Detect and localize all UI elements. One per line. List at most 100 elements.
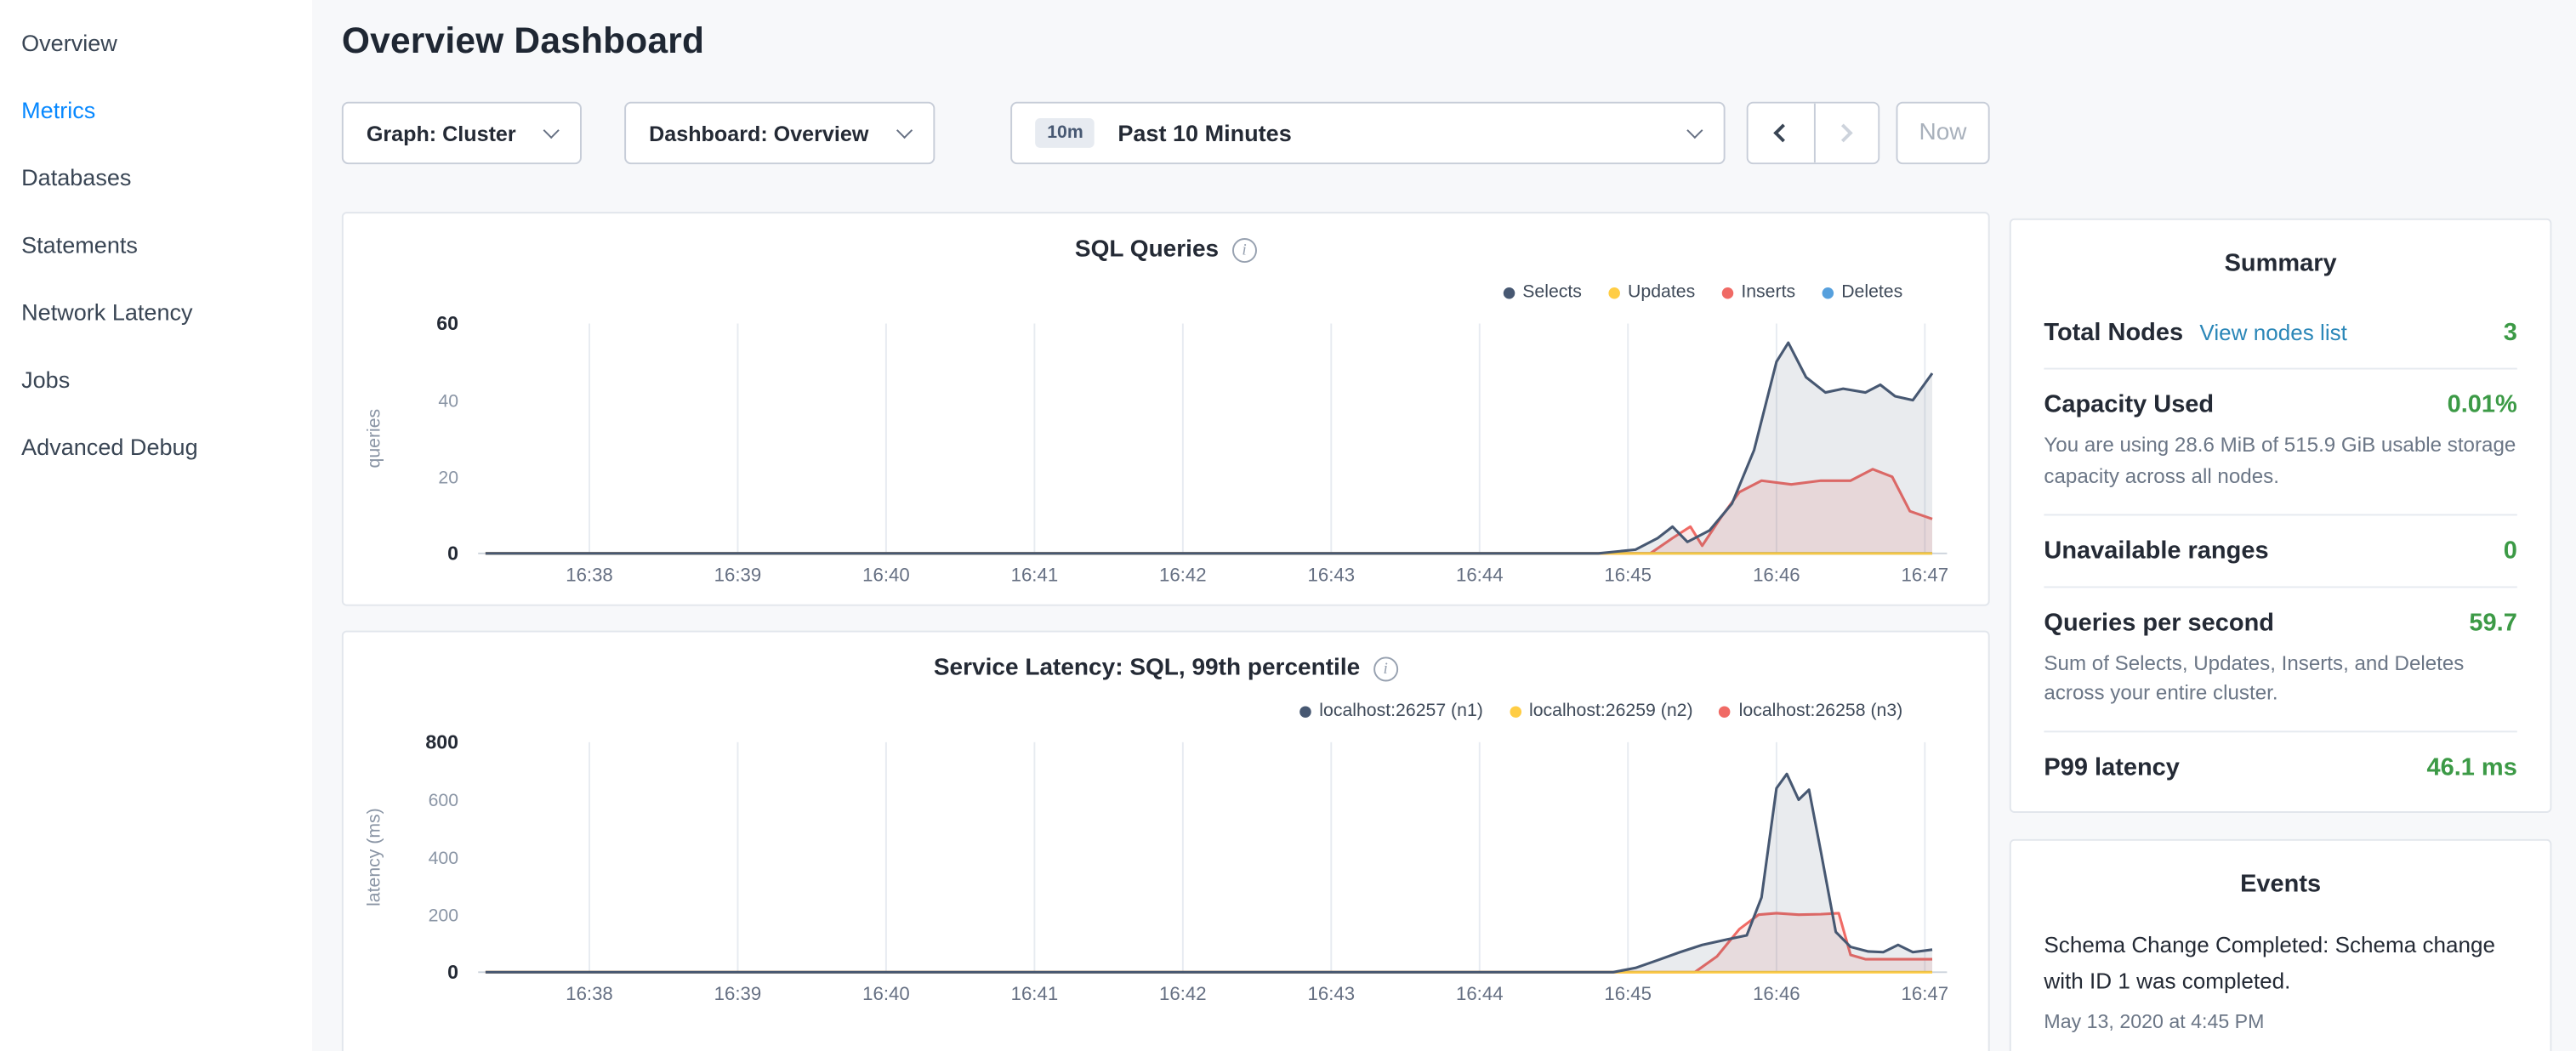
y-tick-label: 600: [429, 790, 458, 810]
x-tick-label: 16:42: [1159, 565, 1207, 586]
time-range-label: Past 10 Minutes: [1117, 120, 1291, 146]
time-next-button[interactable]: [1813, 104, 1878, 163]
x-tick-label: 16:45: [1604, 983, 1652, 1004]
info-icon[interactable]: i: [1232, 237, 1257, 262]
view-nodes-list-link[interactable]: View nodes list: [2199, 321, 2347, 345]
summary-description: You are using 28.6 MiB of 515.9 GiB usab…: [2044, 430, 2516, 491]
x-tick-label: 16:44: [1456, 565, 1504, 586]
chevron-left-icon: [1774, 124, 1793, 143]
legend-color-dot: [1822, 287, 1834, 298]
x-tick-label: 16:43: [1308, 565, 1356, 586]
summary-row-capacity-used: Capacity Used 0.01% You are using 28.6 M…: [2044, 370, 2516, 515]
x-tick-label: 16:43: [1308, 983, 1356, 1004]
sidebar-item-jobs[interactable]: Jobs: [0, 346, 312, 413]
legend-color-dot: [1299, 705, 1311, 717]
right-sidebar: Summary Total Nodes View nodes list 3 Ca…: [2010, 0, 2552, 1051]
summary-label: P99 latency: [2044, 753, 2180, 781]
service-latency-chart[interactable]: 16:38 16:39 16:40 16:41 16:42 16:43 16:44 16:45…: [344, 724, 1988, 1020]
now-button[interactable]: Now: [1896, 102, 1989, 164]
legend-item: Selects: [1503, 282, 1582, 302]
event-item[interactable]: Schema Change Completed: Schema change w…: [2044, 928, 2516, 1033]
summary-value: 0: [2504, 537, 2517, 565]
x-tick-label: 16:46: [1753, 983, 1800, 1004]
page-title: Overview Dashboard: [342, 20, 1990, 62]
time-pager: [1747, 102, 1879, 164]
chart-header: Service Latency: SQL, 99th percentile i: [344, 656, 1988, 682]
chart-legend: SelectsUpdatesInsertsDeletes: [1476, 282, 1902, 302]
x-tick-label: 16:38: [566, 565, 613, 586]
chart-svg: 16:38 16:39 16:40 16:41 16:42 16:43 16:44 16:45…: [344, 724, 1988, 1020]
sidebar-item-metrics[interactable]: Metrics: [0, 77, 312, 145]
summary-row-queries-per-second: Queries per second 59.7 Sum of Selects, …: [2044, 587, 2516, 732]
chevron-down-icon: [543, 122, 560, 139]
sql-queries-chart[interactable]: 16:3816:3916:4016:4116:4216:4316:4416:45…: [344, 305, 1988, 601]
x-tick-label: 16:45: [1604, 565, 1652, 586]
sidebar-item-overview[interactable]: Overview: [0, 10, 312, 77]
x-tick-label: 16:40: [862, 983, 910, 1004]
chart-title: Service Latency: SQL, 99th percentile: [934, 656, 1360, 682]
y-tick-label: 0: [447, 961, 458, 983]
x-tick-label: 16:42: [1159, 983, 1207, 1004]
chart-header: SQL Queries i: [344, 236, 1988, 263]
chevron-down-icon: [897, 122, 913, 139]
summary-label: Capacity Used: [2044, 391, 2214, 419]
dashboard-label: Dashboard: Overview: [649, 121, 868, 145]
sidebar-item-databases[interactable]: Databases: [0, 145, 312, 212]
summary-row-unavailable-ranges: Unavailable ranges 0: [2044, 514, 2516, 587]
summary-value: 3: [2504, 319, 2517, 347]
x-tick-label: 16:44: [1456, 983, 1504, 1004]
x-tick-label: 16:39: [714, 983, 762, 1004]
y-tick-label: 800: [425, 731, 458, 753]
graph-scope-dropdown[interactable]: Graph: Cluster: [342, 102, 582, 164]
time-prev-button[interactable]: [1749, 104, 1813, 163]
legend-color-dot: [1510, 705, 1521, 717]
y-tick-label: 40: [438, 390, 458, 411]
legend-color-dot: [1719, 705, 1731, 717]
x-tick-label: 16:41: [1011, 983, 1059, 1004]
chart-svg: 16:3816:3916:4016:4116:4216:4316:4416:45…: [344, 305, 1988, 601]
summary-row-p99-latency: P99 latency 46.1 ms: [2044, 732, 2516, 811]
legend-item: Inserts: [1721, 282, 1795, 302]
series-line: [486, 774, 1932, 972]
summary-value: 59.7: [2469, 609, 2516, 637]
summary-description: Sum of Selects, Updates, Inserts, and De…: [2044, 648, 2516, 709]
sidebar-item-statements[interactable]: Statements: [0, 212, 312, 279]
events-title: Events: [2044, 841, 2516, 918]
main-content: Overview Dashboard Graph: Cluster Dashbo…: [342, 0, 1990, 1051]
legend-item: localhost:26258 (n3): [1719, 702, 1902, 721]
x-tick-label: 16:40: [862, 565, 910, 586]
x-tick-label: 16:39: [714, 565, 762, 586]
dashboard-dropdown[interactable]: Dashboard: Overview: [624, 102, 935, 164]
sidebar-item-network-latency[interactable]: Network Latency: [0, 279, 312, 346]
x-tick-label: 16:38: [566, 983, 613, 1004]
legend-color-dot: [1721, 287, 1733, 298]
time-range-badge: 10m: [1036, 118, 1095, 148]
sidebar-item-advanced-debug[interactable]: Advanced Debug: [0, 414, 312, 481]
chevron-down-icon: [1687, 122, 1703, 139]
toolbar: Graph: Cluster Dashboard: Overview 10m P…: [342, 102, 1990, 164]
summary-row-total-nodes: Total Nodes View nodes list 3: [2044, 298, 2516, 370]
summary-label: Total Nodes: [2044, 319, 2183, 347]
legend-color-dot: [1503, 287, 1515, 298]
chart-card-sql-queries: SQL Queries i SelectsUpdatesInsertsDelet…: [342, 212, 1990, 606]
chevron-right-icon: [1834, 124, 1853, 143]
chart-title: SQL Queries: [1075, 236, 1219, 263]
time-range-picker[interactable]: 10m Past 10 Minutes: [1011, 102, 1726, 164]
x-tick-label: 16:47: [1902, 983, 1949, 1004]
info-icon[interactable]: i: [1373, 656, 1398, 681]
sidebar: Overview Metrics Databases Statements Ne…: [0, 0, 312, 1051]
app-viewport: Overview Metrics Databases Statements Ne…: [0, 0, 2576, 1051]
legend-color-dot: [1608, 287, 1620, 298]
events-panel: Events Schema Change Completed: Schema c…: [2010, 839, 2552, 1051]
y-axis-label: queries: [363, 409, 384, 469]
summary-title: Summary: [2044, 220, 2516, 298]
summary-label: Queries per second: [2044, 609, 2274, 637]
legend-item: Updates: [1608, 282, 1695, 302]
legend-item: localhost:26259 (n2): [1510, 702, 1693, 721]
chart-card-service-latency: Service Latency: SQL, 99th percentile i …: [342, 631, 1990, 1051]
summary-panel: Summary Total Nodes View nodes list 3 Ca…: [2010, 219, 2552, 813]
y-tick-label: 20: [438, 467, 458, 487]
y-axis-label: latency (ms): [363, 808, 384, 906]
summary-value: 0.01%: [2448, 391, 2517, 419]
chart-legend: localhost:26257 (n1)localhost:26259 (n2)…: [1273, 702, 1902, 721]
